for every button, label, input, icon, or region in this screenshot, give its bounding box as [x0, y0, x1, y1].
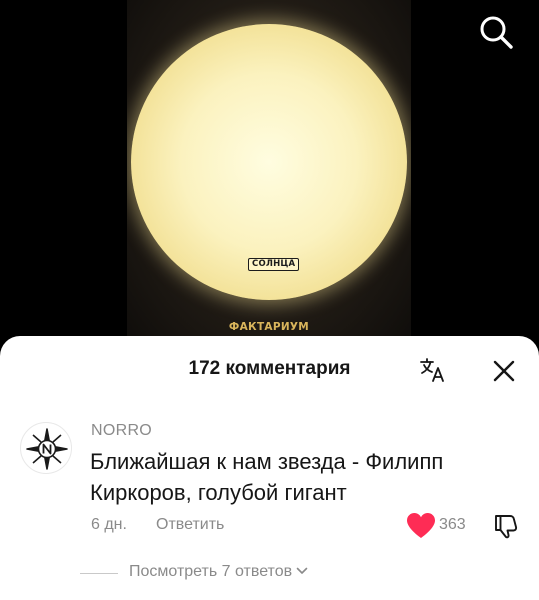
close-button[interactable] — [491, 358, 517, 384]
translate-button[interactable] — [419, 356, 447, 384]
avatar[interactable] — [20, 422, 72, 474]
video-player[interactable]: СОЛНЦА ФАКТАРИУМ — [0, 0, 539, 350]
comment-username[interactable]: NORRO — [91, 422, 152, 440]
view-replies-label: Посмотреть 7 ответов — [129, 563, 293, 581]
dislike-button[interactable] — [492, 512, 520, 540]
close-icon — [493, 360, 515, 382]
channel-watermark: ФАКТАРИУМ — [228, 321, 310, 333]
like-button[interactable] — [406, 512, 436, 540]
like-count: 363 — [439, 516, 466, 533]
search-button[interactable] — [476, 12, 516, 52]
thumbs-down-icon — [495, 515, 518, 539]
comments-count-title: 172 комментария — [188, 358, 351, 379]
compass-logo-icon — [26, 428, 68, 470]
video-frame[interactable]: СОЛНЦА ФАКТАРИУМ — [127, 0, 411, 350]
translate-icon — [420, 358, 444, 382]
heart-icon — [407, 513, 435, 538]
view-replies-button[interactable]: Посмотреть 7 ответов — [129, 563, 308, 581]
reply-button[interactable]: Ответить — [156, 516, 224, 534]
comments-sheet: 172 комментария NORRO Ближайшая к нам зв… — [0, 336, 539, 600]
replies-divider — [80, 573, 118, 574]
chevron-down-icon — [296, 563, 308, 581]
comment-text: Ближайшая к нам звезда - Филипп Киркоров… — [90, 449, 444, 505]
search-icon — [480, 16, 513, 49]
sun-caption: СОЛНЦА — [248, 258, 300, 271]
comment-date: 6 дн. — [91, 516, 127, 533]
